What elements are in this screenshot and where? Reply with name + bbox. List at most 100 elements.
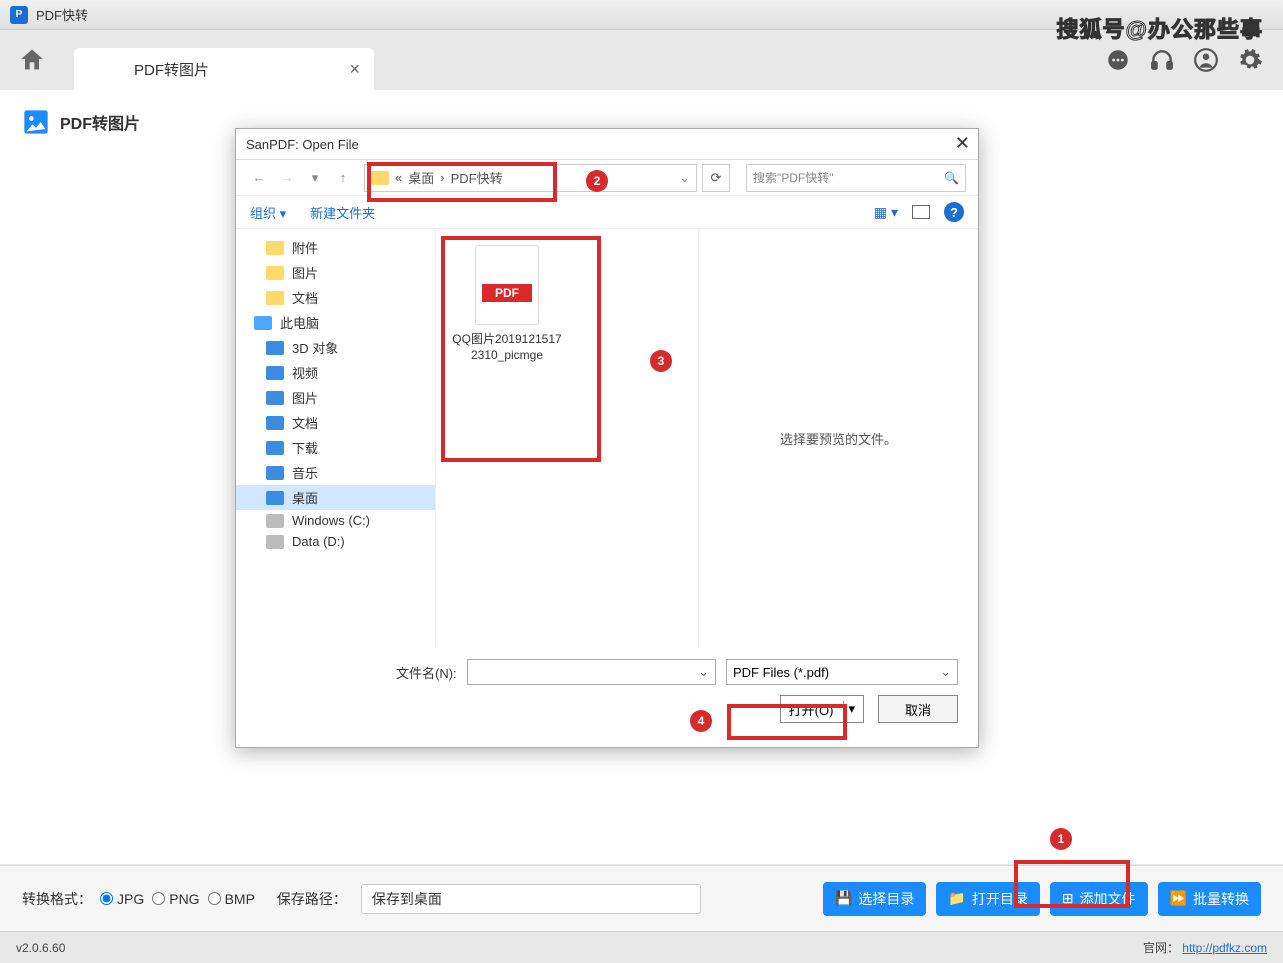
- tab-label: PDF转图片: [134, 59, 209, 80]
- dialog-titlebar: SanPDF: Open File ✕: [236, 129, 978, 159]
- tree-item-视频[interactable]: 视频: [236, 360, 435, 385]
- open-button-label: 打开(O): [789, 700, 834, 719]
- blue-icon: [266, 366, 284, 380]
- tree-item-label: 附件: [292, 238, 318, 257]
- file-list[interactable]: QQ图片20191215172310_picmge: [436, 229, 698, 647]
- add-file-button[interactable]: ⊞添加文件: [1050, 882, 1148, 916]
- bottom-bar: 转换格式： JPG PNG BMP 保存路径： 保存到桌面 💾选择目录 📁打开目…: [0, 865, 1283, 931]
- open-dir-button[interactable]: 📁打开目录: [936, 882, 1039, 916]
- tree-item-附件[interactable]: 附件: [236, 235, 435, 260]
- section-title: PDF转图片: [60, 110, 140, 134]
- nav-up-icon[interactable]: ↑: [332, 170, 354, 185]
- refresh-icon[interactable]: ⟳: [702, 164, 730, 192]
- preview-message: 选择要预览的文件。: [780, 429, 897, 448]
- dialog-toolbar: 组织 ▾ 新建文件夹 ▦ ▾ ?: [236, 195, 978, 229]
- status-bar: v2.0.6.60 官网： http://pdfkz.com: [0, 931, 1283, 963]
- site-label: 官网：: [1143, 941, 1179, 955]
- preview-pane: 选择要预览的文件。: [698, 229, 978, 647]
- breadcrumb-part-1[interactable]: PDF快转: [451, 168, 503, 187]
- tree-item-label: 桌面: [292, 488, 318, 507]
- view-mode-icon[interactable]: ▦ ▾: [874, 204, 898, 221]
- blue-icon: [266, 391, 284, 405]
- tree-item-此电脑[interactable]: 此电脑: [236, 310, 435, 335]
- filetype-select[interactable]: PDF Files (*.pdf) ⌄: [726, 659, 958, 685]
- tree-item-label: 图片: [292, 388, 318, 407]
- tree-item-图片[interactable]: 图片: [236, 385, 435, 410]
- organize-menu[interactable]: 组织 ▾: [250, 203, 286, 222]
- choose-dir-button[interactable]: 💾选择目录: [823, 882, 926, 916]
- filetype-value: PDF Files (*.pdf): [733, 665, 829, 680]
- open-button[interactable]: 打开(O) ▾: [780, 695, 864, 723]
- tree-item-label: 视频: [292, 363, 318, 382]
- save-path-input[interactable]: 保存到桌面: [361, 884, 701, 914]
- annotation-badge-3: 3: [650, 350, 672, 372]
- site-link[interactable]: http://pdfkz.com: [1182, 941, 1267, 955]
- folder-icon: 📁: [948, 890, 965, 907]
- tree-item-label: Windows (C:): [292, 513, 370, 528]
- chevron-down-icon[interactable]: ⌄: [679, 170, 690, 186]
- folder-icon: [266, 241, 284, 255]
- file-item-pdf[interactable]: QQ图片20191215172310_picmge: [452, 245, 562, 363]
- open-file-dialog: SanPDF: Open File ✕ ← → ▾ ↑ « 桌面 › PDF快转…: [235, 128, 979, 748]
- annotation-badge-1: 1: [1050, 828, 1072, 850]
- breadcrumb-part-0[interactable]: 桌面: [408, 168, 434, 187]
- format-label: 转换格式：: [22, 889, 92, 909]
- user-icon[interactable]: [1193, 47, 1219, 73]
- tree-item-桌面[interactable]: 桌面: [236, 485, 435, 510]
- app-logo-icon: P: [10, 6, 28, 24]
- breadcrumb-prefix: «: [395, 170, 402, 185]
- new-folder-button[interactable]: 新建文件夹: [310, 203, 375, 222]
- chevron-right-icon: ›: [440, 170, 444, 185]
- tree-item-音乐[interactable]: 音乐: [236, 460, 435, 485]
- drv-icon: [266, 535, 284, 549]
- gear-icon[interactable]: [1237, 47, 1263, 73]
- radio-bmp[interactable]: BMP: [208, 891, 255, 907]
- tree-item-图片[interactable]: 图片: [236, 260, 435, 285]
- nav-recent-icon[interactable]: ▾: [304, 170, 326, 186]
- pdf-file-icon: [475, 245, 539, 325]
- tree-item-label: 下载: [292, 438, 318, 457]
- filename-input[interactable]: ⌄: [467, 659, 716, 685]
- blue-icon: [266, 441, 284, 455]
- chat-icon[interactable]: [1105, 47, 1131, 73]
- cancel-button[interactable]: 取消: [878, 695, 958, 723]
- drv-icon: [266, 514, 284, 528]
- tree-item-Data (D:)[interactable]: Data (D:): [236, 531, 435, 552]
- dialog-close-icon[interactable]: ✕: [955, 133, 970, 154]
- tree-item-label: 此电脑: [280, 313, 319, 332]
- tree-item-3D 对象[interactable]: 3D 对象: [236, 335, 435, 360]
- save-path-label: 保存路径：: [277, 889, 347, 909]
- tree-item-Windows (C:)[interactable]: Windows (C:): [236, 510, 435, 531]
- search-icon[interactable]: 🔍: [944, 171, 959, 185]
- tree-item-文档[interactable]: 文档: [236, 285, 435, 310]
- nav-back-icon[interactable]: ←: [248, 170, 270, 185]
- tree-item-下载[interactable]: 下载: [236, 435, 435, 460]
- radio-jpg[interactable]: JPG: [100, 891, 144, 907]
- breadcrumb[interactable]: « 桌面 › PDF快转 ⌄: [364, 164, 697, 192]
- home-icon[interactable]: [18, 46, 46, 74]
- pdf-to-image-icon: [22, 108, 50, 136]
- blue-icon: [266, 466, 284, 480]
- batch-convert-button[interactable]: ⏩批量转换: [1158, 882, 1261, 916]
- version-text: v2.0.6.60: [16, 941, 65, 955]
- folder-icon: [266, 291, 284, 305]
- watermark-text: 搜狐号@办公那些事: [1057, 12, 1263, 44]
- search-input[interactable]: 搜索"PDF快转" 🔍: [746, 164, 966, 192]
- preview-pane-toggle-icon[interactable]: [912, 205, 930, 219]
- dialog-title: SanPDF: Open File: [246, 137, 359, 152]
- plus-icon: ⊞: [1062, 890, 1074, 907]
- tree-item-label: 图片: [292, 263, 318, 282]
- tree-item-label: 音乐: [292, 463, 318, 482]
- tab-pdf-to-image[interactable]: PDF转图片 ×: [74, 48, 374, 90]
- file-name: QQ图片20191215172310_picmge: [452, 331, 562, 363]
- blue-icon: [266, 416, 284, 430]
- open-dropdown-icon[interactable]: ▾: [843, 701, 855, 717]
- tree-item-文档[interactable]: 文档: [236, 410, 435, 435]
- radio-png[interactable]: PNG: [152, 891, 199, 907]
- filename-label: 文件名(N):: [396, 663, 457, 682]
- headphones-icon[interactable]: [1149, 47, 1175, 73]
- annotation-badge-4: 4: [690, 710, 712, 732]
- folder-tree[interactable]: 附件图片文档此电脑3D 对象视频图片文档下载音乐桌面Windows (C:)Da…: [236, 229, 436, 647]
- close-tab-icon[interactable]: ×: [349, 59, 360, 80]
- help-icon[interactable]: ?: [944, 202, 964, 222]
